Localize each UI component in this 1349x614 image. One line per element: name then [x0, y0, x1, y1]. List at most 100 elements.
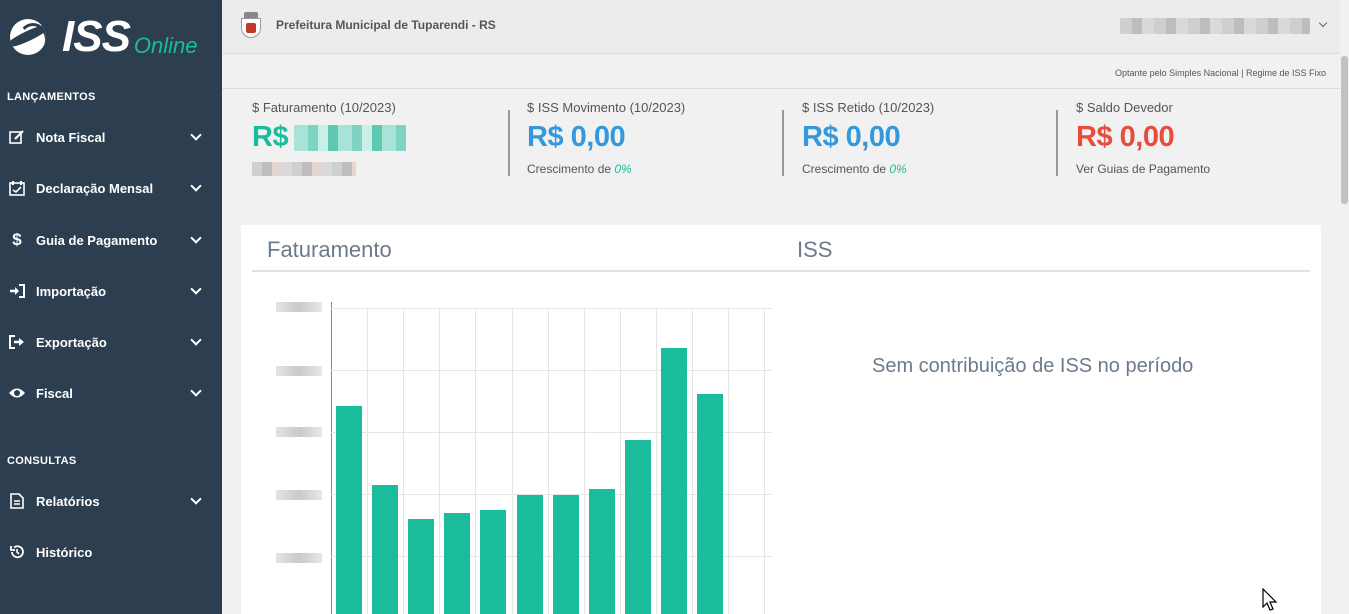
y-tick-label-redacted	[276, 553, 322, 563]
chart-bar[interactable]	[336, 406, 362, 614]
gridline-vertical	[728, 308, 730, 614]
chart-bar[interactable]	[444, 513, 470, 614]
gridline-vertical	[764, 308, 766, 614]
kpi-value: R$ 0,00	[802, 121, 901, 153]
kpi-growth: Crescimento de 0%	[802, 162, 907, 176]
sidebar-item-importacao[interactable]: Importação	[0, 271, 222, 311]
eye-icon	[7, 383, 27, 403]
chart-bar[interactable]	[408, 519, 434, 614]
y-tick-label-redacted	[276, 490, 322, 500]
regime-info: Optante pelo Simples Nacional | Regime d…	[1115, 68, 1326, 78]
dollar-icon: $	[12, 230, 22, 249]
org-name: Prefeitura Municipal de Tuparendi - RS	[276, 18, 496, 32]
chart-bar[interactable]	[589, 489, 615, 614]
gridline-vertical	[475, 308, 477, 614]
kpi-iss-movimento: $ ISS Movimento (10/2023) R$ 0,00 Cresci…	[527, 100, 777, 190]
kpi-value: R$ 0,00	[1076, 121, 1175, 153]
sidebar-item-label: Exportação	[36, 334, 107, 350]
sidebar: ISS Online LANÇAMENTOS Nota Fiscal Decla…	[0, 0, 222, 614]
gridline-vertical	[655, 308, 657, 614]
chevron-down-icon	[190, 385, 202, 397]
user-menu[interactable]	[1120, 18, 1310, 34]
chart-bar[interactable]	[372, 485, 398, 614]
history-icon	[7, 542, 27, 562]
kpi-growth: Crescimento de 0%	[527, 162, 632, 176]
y-axis	[331, 302, 332, 614]
gridline-vertical	[547, 308, 549, 614]
kpi-value-prefix: R$	[252, 121, 289, 153]
gridline-vertical	[367, 308, 369, 614]
kpi-saldo-devedor: $ Saldo Devedor R$ 0,00 Ver Guias de Pag…	[1076, 100, 1326, 190]
sign-out-icon	[7, 332, 27, 352]
chevron-down-icon	[190, 493, 202, 505]
tab-faturamento[interactable]: Faturamento	[267, 237, 392, 263]
chart-bar[interactable]	[517, 495, 543, 614]
logo-iss-text: ISS	[62, 12, 131, 61]
sidebar-item-label: Declaração Mensal	[36, 180, 154, 196]
kpi-value: R$	[252, 121, 502, 154]
globe-icon	[10, 19, 46, 55]
chevron-down-icon	[190, 180, 202, 192]
chart-bar[interactable]	[625, 440, 651, 614]
kpi-label: $ Saldo Devedor	[1076, 100, 1173, 115]
sidebar-item-label: Histórico	[36, 544, 93, 560]
municipal-crest-icon	[240, 12, 262, 40]
chevron-down-icon[interactable]	[1318, 18, 1328, 28]
topbar: Prefeitura Municipal de Tuparendi - RS	[222, 0, 1340, 54]
gridline-vertical	[692, 308, 693, 614]
sidebar-item-guia-de-pagamento[interactable]: $ Guia de Pagamento	[0, 220, 222, 260]
sign-in-icon	[7, 281, 27, 301]
kpi-iss-retido: $ ISS Retido (10/2023) R$ 0,00 Crescimen…	[802, 100, 1052, 190]
sidebar-item-declaracao-mensal[interactable]: Declaração Mensal	[0, 168, 222, 208]
kpi-divider	[508, 110, 510, 176]
kpi-label: $ ISS Movimento (10/2023)	[527, 100, 686, 115]
sidebar-item-nota-fiscal[interactable]: Nota Fiscal	[0, 117, 222, 157]
sidebar-item-label: Relatórios	[36, 493, 100, 509]
chart-bar[interactable]	[661, 348, 687, 614]
sidebar-item-historico[interactable]: Histórico	[0, 532, 222, 572]
gridline-vertical	[583, 308, 585, 614]
y-tick-label-redacted	[276, 427, 322, 437]
gridline-vertical	[511, 308, 513, 614]
panel-divider	[252, 270, 1310, 272]
gridline-vertical	[403, 308, 405, 614]
section-title-consultas: CONSULTAS	[7, 455, 77, 467]
kpi-label: $ Faturamento (10/2023)	[252, 100, 396, 115]
calendar-check-icon	[7, 178, 27, 198]
ver-guias-link[interactable]: Ver Guias de Pagamento	[1076, 162, 1326, 176]
gridline-horizontal	[331, 308, 772, 309]
sidebar-item-label: Guia de Pagamento	[36, 232, 158, 248]
faturamento-chart	[268, 300, 780, 614]
iss-online-logo[interactable]: ISS Online	[10, 12, 198, 62]
sidebar-item-label: Nota Fiscal	[36, 129, 106, 145]
sidebar-item-exportacao[interactable]: Exportação	[0, 322, 222, 362]
chevron-down-icon	[190, 283, 202, 295]
kpi-faturamento: $ Faturamento (10/2023) R$	[252, 100, 502, 190]
redacted-subtext	[252, 162, 356, 176]
gridline-vertical	[439, 308, 441, 614]
chevron-down-icon	[190, 129, 202, 141]
regime-bar: Optante pelo Simples Nacional | Regime d…	[222, 55, 1340, 89]
file-icon	[7, 491, 27, 511]
kpi-label: $ ISS Retido (10/2023)	[802, 100, 935, 115]
sidebar-item-relatorios[interactable]: Relatórios	[0, 481, 222, 521]
sidebar-item-label: Importação	[36, 283, 107, 299]
tab-iss[interactable]: ISS	[797, 237, 832, 263]
y-tick-label-redacted	[276, 366, 322, 376]
sidebar-item-label: Fiscal	[36, 385, 73, 401]
scrollbar-thumb[interactable]	[1341, 56, 1348, 204]
chart-bar[interactable]	[480, 510, 506, 614]
logo-online-text: Online	[133, 33, 198, 58]
redacted-amount	[294, 125, 407, 152]
page-scrollbar[interactable]	[1340, 0, 1349, 614]
kpi-value: R$ 0,00	[527, 121, 626, 153]
chart-bar[interactable]	[553, 495, 579, 614]
chart-bar[interactable]	[697, 394, 723, 614]
kpi-divider	[1056, 110, 1058, 176]
gridline-vertical	[619, 308, 621, 614]
sidebar-item-fiscal[interactable]: Fiscal	[0, 373, 222, 413]
kpi-divider	[782, 110, 784, 176]
chevron-down-icon	[190, 334, 202, 346]
gridline-horizontal	[331, 370, 772, 371]
edit-icon	[7, 127, 27, 147]
